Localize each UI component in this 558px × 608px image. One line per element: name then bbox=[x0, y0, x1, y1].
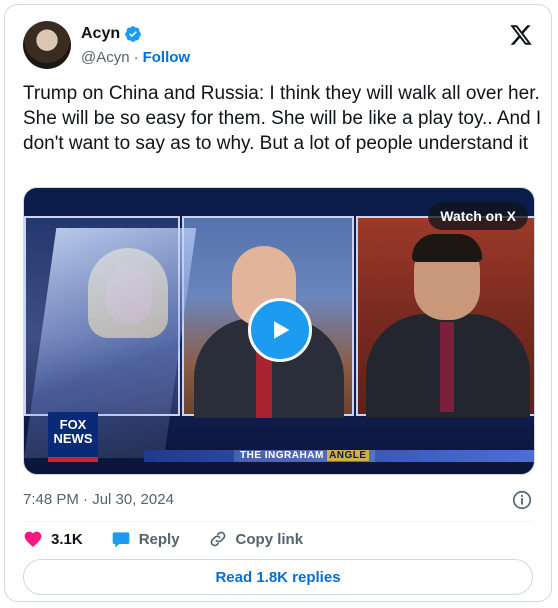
play-button[interactable] bbox=[248, 298, 312, 362]
link-icon bbox=[210, 531, 225, 547]
tweet-actions: 3.1K Reply Copy link bbox=[23, 529, 303, 549]
copy-link-button[interactable]: Copy link bbox=[208, 529, 304, 549]
author-handle[interactable]: @Acyn bbox=[81, 49, 130, 66]
divider bbox=[23, 521, 533, 522]
watch-on-x-button[interactable]: Watch on X bbox=[428, 202, 528, 230]
verified-badge-icon bbox=[125, 26, 141, 42]
reply-button[interactable]: Reply bbox=[111, 529, 180, 549]
video-player[interactable]: THE INGRAHAM ANGLE FOX NEWS Watch on X bbox=[23, 187, 535, 475]
chyron-highlight: ANGLE bbox=[327, 450, 369, 461]
x-logo-icon[interactable] bbox=[509, 23, 533, 47]
author-display-name[interactable]: Acyn bbox=[81, 25, 120, 43]
info-icon[interactable] bbox=[511, 489, 533, 511]
follow-button[interactable]: Follow bbox=[143, 49, 191, 66]
heart-icon bbox=[24, 531, 42, 547]
author-name-row: Acyn bbox=[81, 25, 142, 43]
network-logo: FOX NEWS bbox=[48, 412, 98, 462]
guest-2-hair bbox=[412, 234, 482, 262]
logo-line-2: NEWS bbox=[53, 431, 93, 446]
like-button[interactable]: 3.1K bbox=[23, 529, 83, 549]
speech-bubble-icon bbox=[112, 532, 130, 548]
guest-2-tie bbox=[440, 322, 454, 412]
read-replies-button[interactable]: Read 1.8K replies bbox=[23, 559, 533, 595]
copy-link-label: Copy link bbox=[235, 530, 304, 548]
play-icon bbox=[274, 321, 290, 339]
video-panel-guest-2 bbox=[356, 216, 534, 418]
tweet-timestamp[interactable]: 7:48 PM · Jul 30, 2024 bbox=[23, 491, 174, 508]
avatar[interactable] bbox=[23, 21, 71, 69]
tweet-card: Acyn @Acyn · Follow Trump on China and R… bbox=[4, 4, 552, 602]
logo-line-1: FOX bbox=[59, 417, 87, 432]
separator-dot: · bbox=[133, 49, 139, 66]
chyron-title: THE INGRAHAM bbox=[240, 450, 328, 461]
reply-label: Reply bbox=[138, 530, 180, 548]
author-handle-row: @Acyn · Follow bbox=[81, 49, 190, 66]
tweet-text: Trump on China and Russia: I think they … bbox=[23, 83, 547, 154]
like-count: 3.1K bbox=[51, 530, 83, 548]
show-chyron: THE INGRAHAM ANGLE bbox=[234, 450, 375, 462]
